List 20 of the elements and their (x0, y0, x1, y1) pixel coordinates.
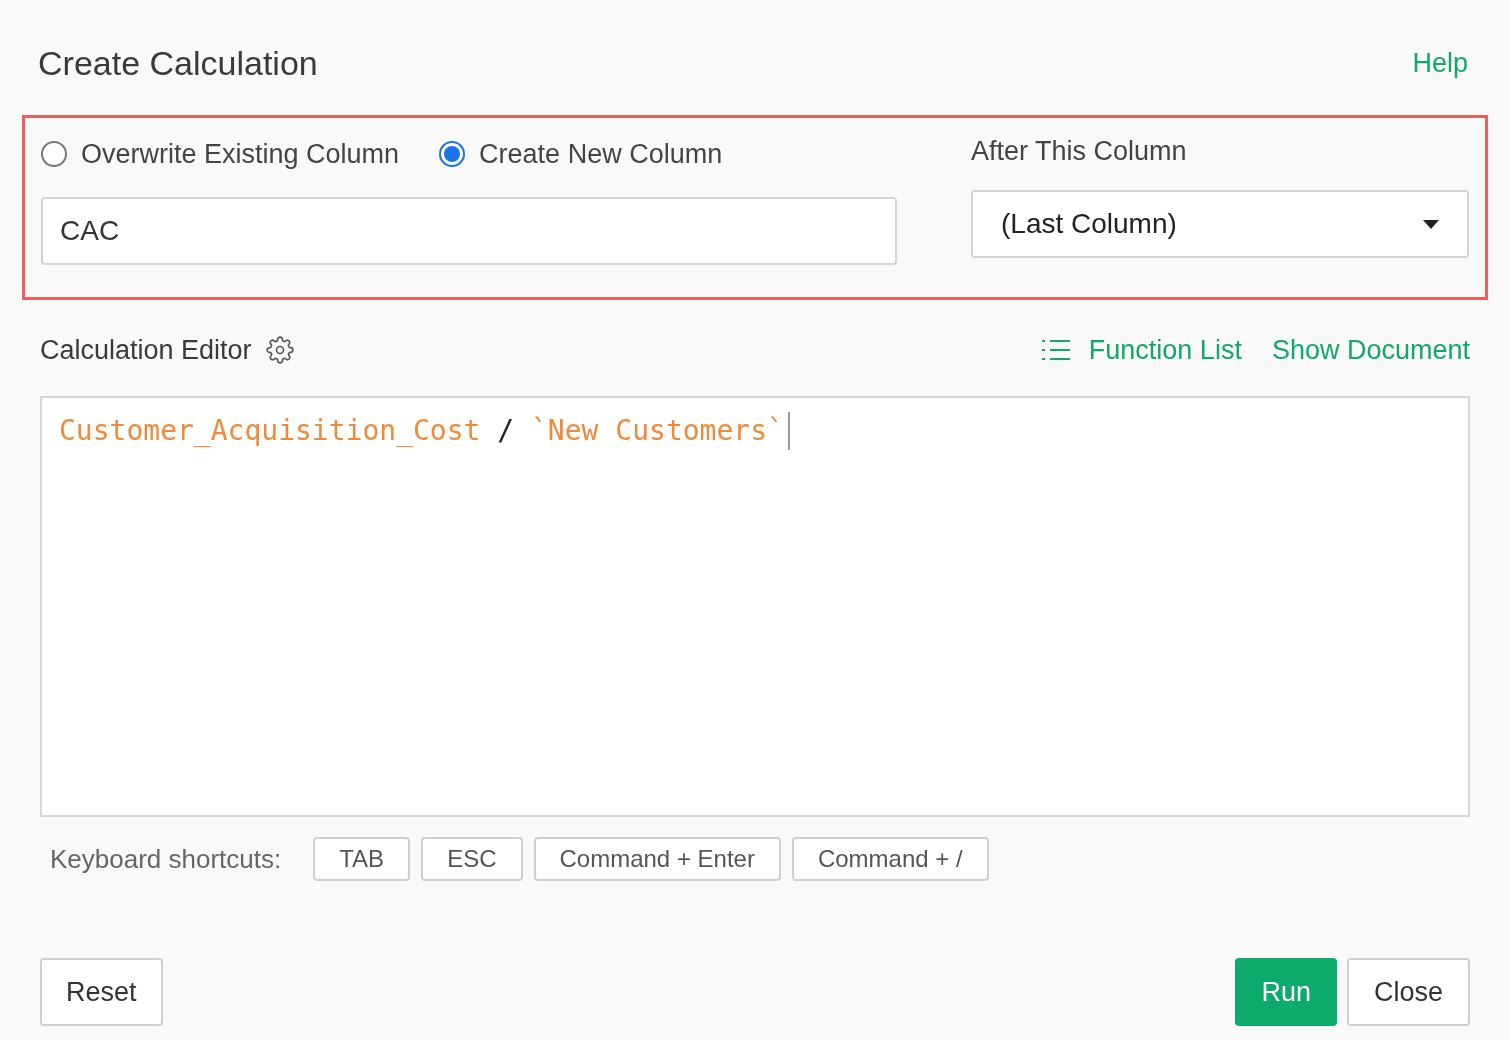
radio-option[interactable]: Overwrite Existing Column (41, 134, 400, 175)
code-editor[interactable]: Customer_Acquisition_Cost / `New Customers` (40, 396, 1470, 817)
close-button[interactable]: Close (1346, 958, 1470, 1026)
shortcuts-label: Keyboard shortcuts: (50, 842, 282, 876)
list-icon[interactable] (1040, 337, 1071, 362)
caret-icon (1423, 219, 1439, 229)
column-name-field[interactable]: CAC (41, 196, 897, 265)
shortcut-key: Command + / (791, 837, 989, 881)
position-dropdown[interactable]: (Last Column) (971, 190, 1469, 258)
gear-icon[interactable] (265, 335, 294, 364)
code-line: Customer_Acquisition_Cost / `New Customers` (59, 413, 784, 449)
editor-title: Calculation Editor (40, 333, 252, 367)
dialog-title: Create Calculation (38, 43, 318, 84)
text-cursor (787, 412, 790, 450)
shortcut-key: Command + Enter (533, 837, 781, 881)
radio-option[interactable]: Create New Column (439, 134, 723, 175)
position-label: After This Column (971, 135, 1188, 168)
shortcut-key: ESC (421, 837, 523, 881)
shortcut-key: TAB (313, 837, 411, 881)
reset-button[interactable]: Reset (40, 958, 163, 1026)
